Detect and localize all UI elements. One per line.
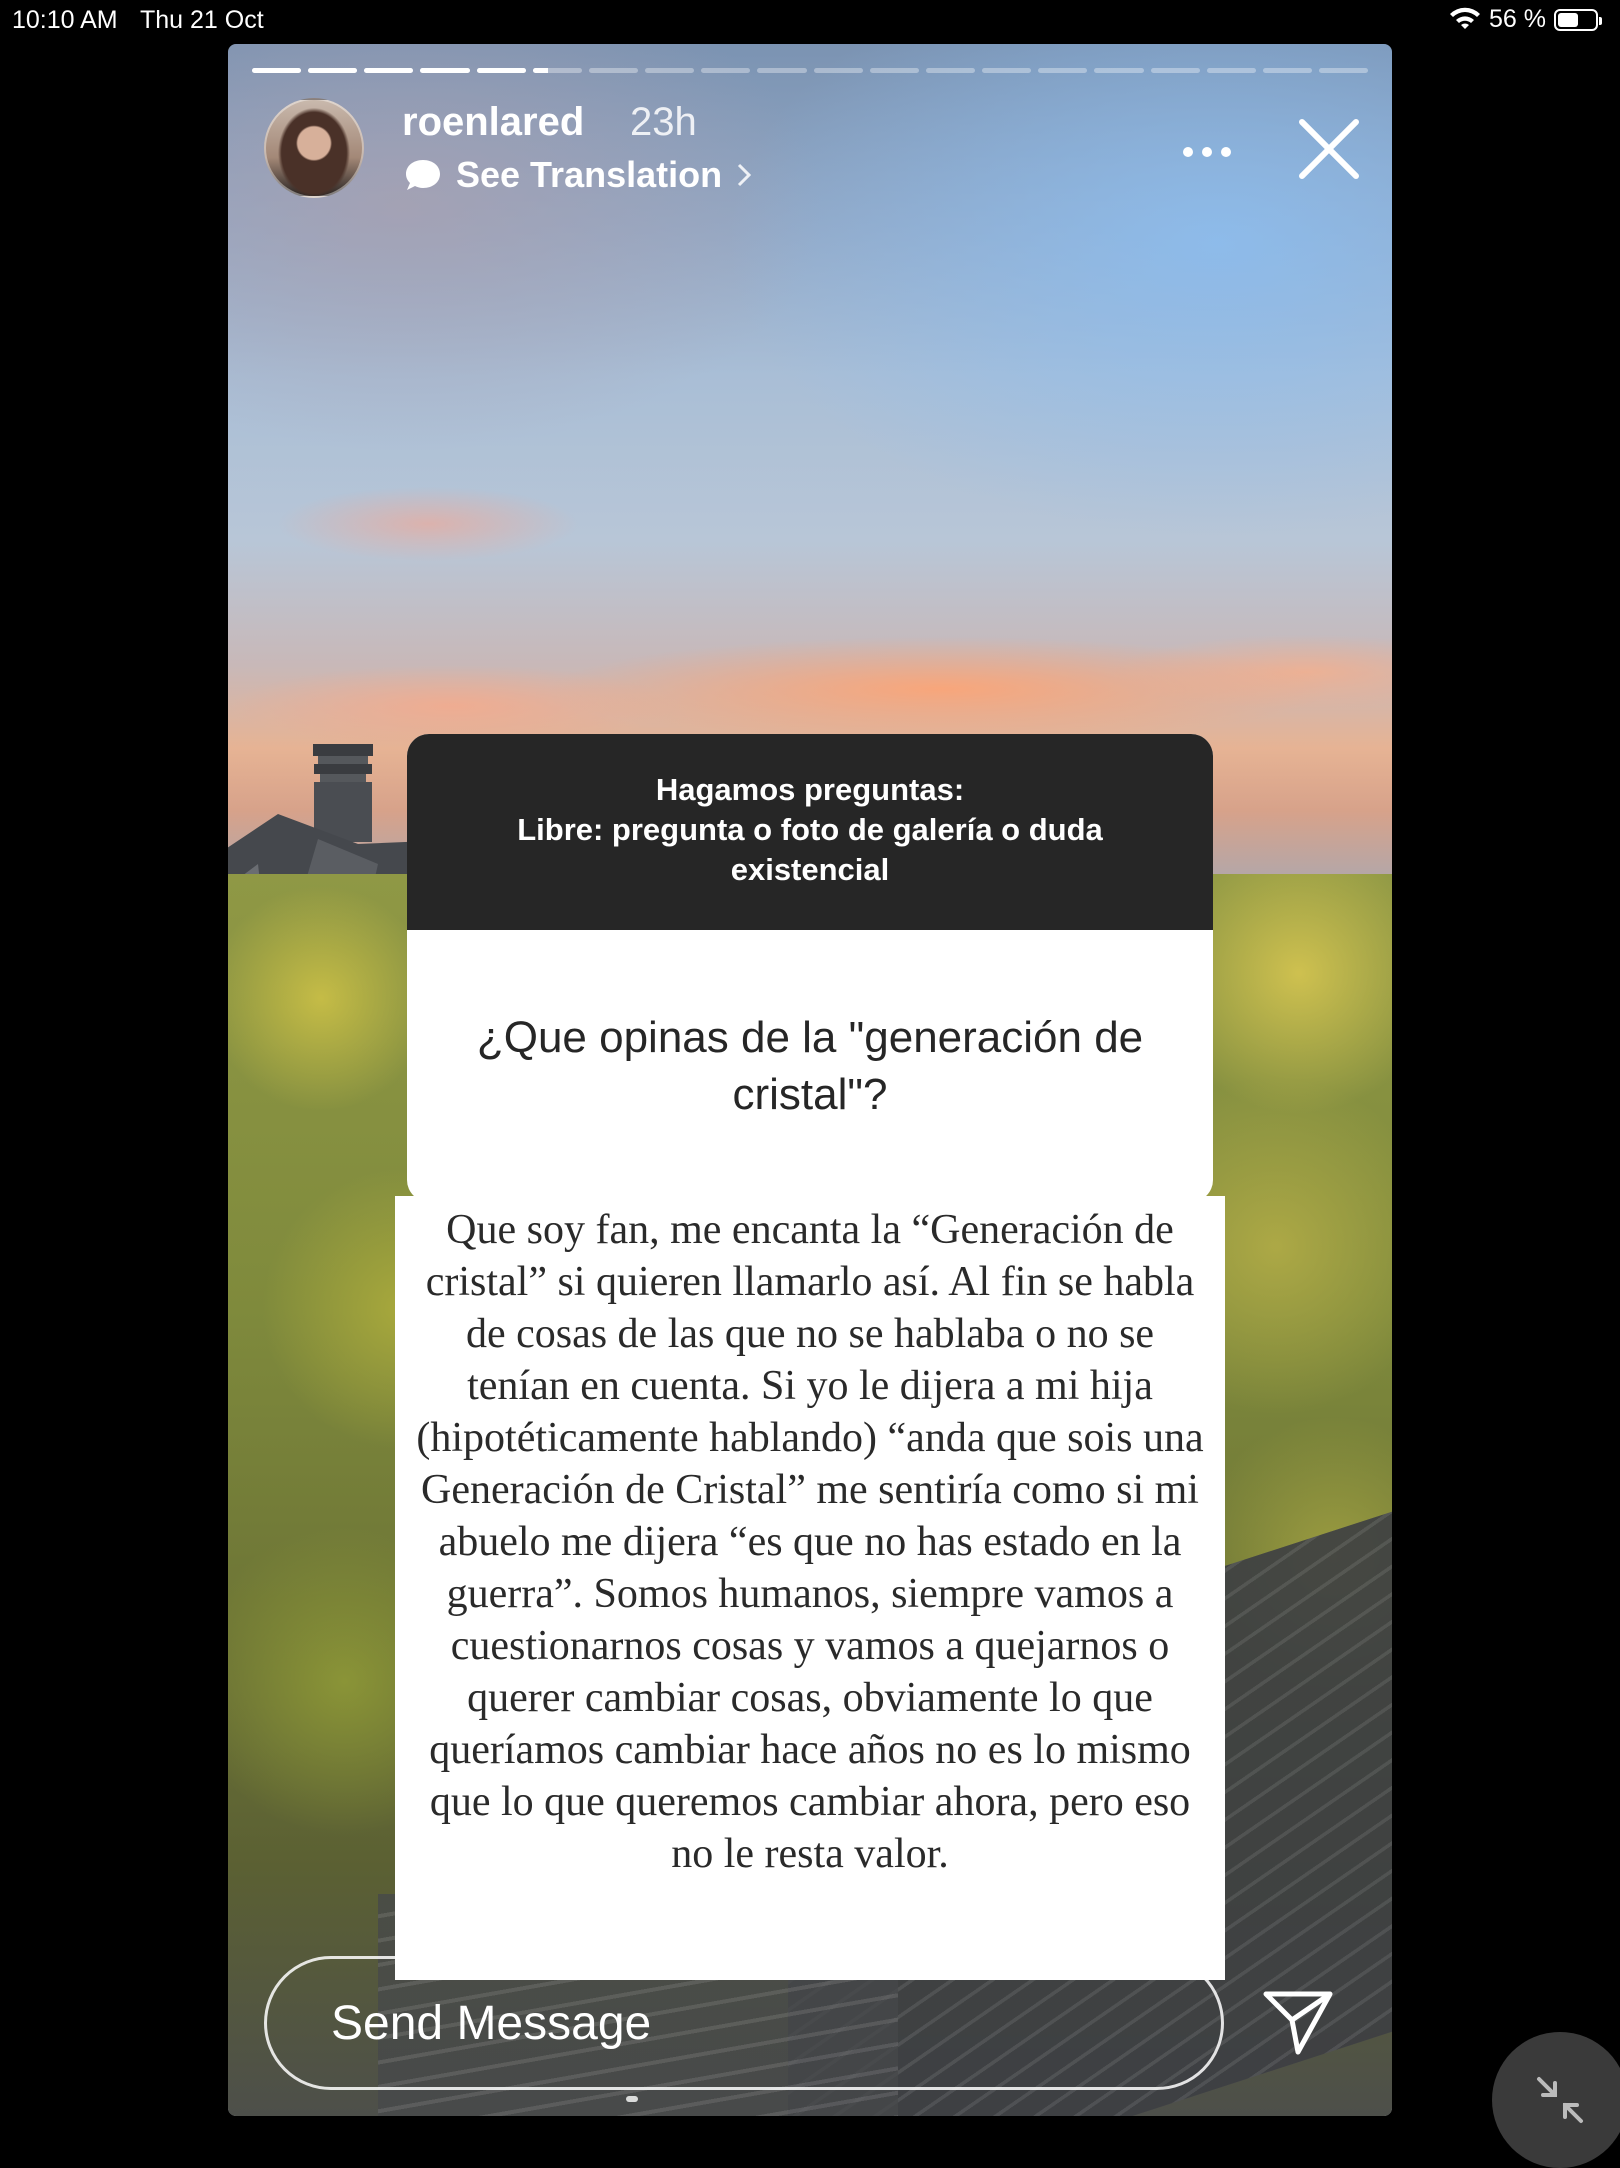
- story-progress-segment: [476, 68, 526, 73]
- story-indicator-dot: [626, 2096, 638, 2102]
- story-progress-segment: [925, 68, 976, 73]
- story-progress-fill: [532, 68, 548, 73]
- story-viewer[interactable]: roenlared 23h See Translation Hagamos pr…: [228, 44, 1392, 2116]
- question-sticker-header: Hagamos preguntas: Libre: pregunta o fot…: [407, 734, 1213, 930]
- story-progress-segment: [1318, 68, 1369, 73]
- story-progress-segment: [813, 68, 863, 73]
- status-time: 10:10 AM: [12, 6, 118, 34]
- story-progress-fill: [476, 68, 526, 73]
- story-progress-segment: [869, 68, 919, 73]
- avatar[interactable]: [264, 98, 364, 198]
- story-time: 23h: [630, 100, 697, 144]
- battery-fill: [1558, 12, 1579, 27]
- answer-text-block: Que soy fan, me encanta la “Generación d…: [395, 1196, 1225, 1980]
- see-translation-link[interactable]: See Translation: [404, 154, 752, 196]
- username[interactable]: roenlared: [402, 100, 584, 145]
- story-progress-segment: [1206, 68, 1256, 73]
- story-background-cloud: [228, 444, 728, 604]
- status-right: 56 %: [1449, 5, 1602, 34]
- see-translation-label: See Translation: [456, 154, 723, 195]
- story-progress-fill: [364, 68, 414, 73]
- story-progress-segment: [1038, 68, 1088, 73]
- wifi-icon: [1450, 7, 1481, 29]
- story-progress-segment: [645, 68, 695, 73]
- story-progress-segment: [532, 68, 582, 73]
- close-icon[interactable]: [1296, 116, 1362, 182]
- question-sticker-body: ¿Que opinas de la "generación de cristal…: [407, 930, 1213, 1202]
- send-message-placeholder: Send Message: [331, 1996, 652, 2050]
- more-icon[interactable]: [1180, 144, 1234, 160]
- story-progress-segment: [982, 68, 1032, 73]
- story-progress-segment: [1150, 68, 1200, 73]
- story-progress-bar: [252, 68, 1369, 73]
- send-icon[interactable]: [1262, 1990, 1334, 2056]
- story-progress-segment: [1094, 68, 1144, 73]
- story-progress-segment: [701, 68, 751, 73]
- status-date: Thu 21 Oct: [140, 6, 264, 34]
- minimize-button[interactable]: [1492, 2032, 1620, 2168]
- send-message-input[interactable]: Send Message: [264, 1956, 1224, 2090]
- chevron-right-icon: [738, 163, 752, 187]
- question-text: ¿Que opinas de la "generación de cristal…: [476, 1013, 1144, 1119]
- speech-bubble-icon: [406, 160, 440, 190]
- story-progress-segment: [1262, 68, 1312, 73]
- battery-percent: 56 %: [1489, 5, 1546, 33]
- story-progress-segment: [308, 68, 358, 73]
- story-progress-segment: [364, 68, 414, 73]
- minimize-icon: [1537, 2077, 1583, 2123]
- story-progress-segment: [420, 68, 470, 73]
- story-progress-segment: [588, 68, 639, 73]
- question-sticker-title: Hagamos preguntas: Libre: pregunta o fot…: [517, 772, 1103, 887]
- story-progress-segment: [757, 68, 807, 73]
- status-bar: 10:10 AM Thu 21 Oct 56 %: [0, 0, 1620, 40]
- battery-icon: [1554, 8, 1602, 31]
- answer-text: Que soy fan, me encanta la “Generación d…: [416, 1207, 1204, 1877]
- story-progress-segment: [252, 68, 302, 73]
- story-progress-fill: [308, 68, 358, 73]
- question-sticker[interactable]: Hagamos preguntas: Libre: pregunta o fot…: [407, 734, 1213, 1202]
- story-progress-fill: [420, 68, 470, 73]
- story-progress-fill: [252, 68, 302, 73]
